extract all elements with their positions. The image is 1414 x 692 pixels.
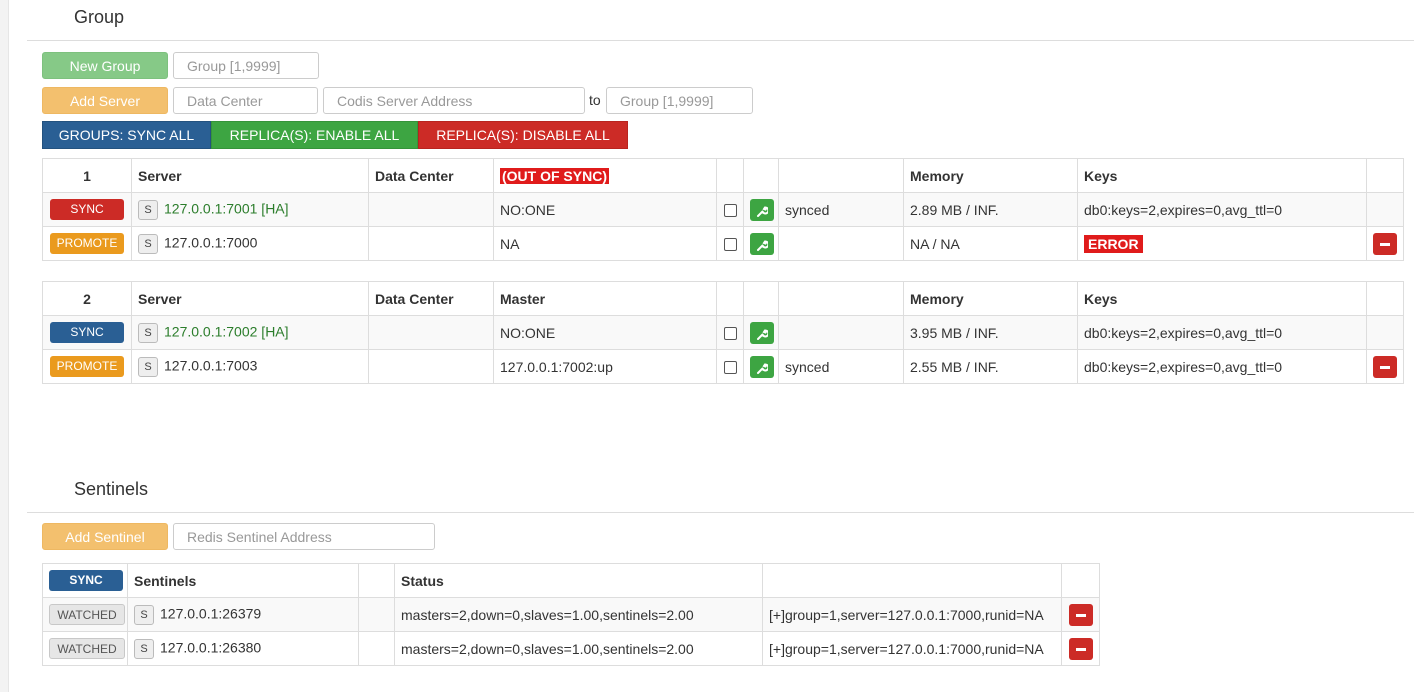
memory-cell: NA / NA <box>903 226 1078 261</box>
server-s-badge[interactable]: S <box>138 356 158 377</box>
header-server: Server <box>131 158 369 193</box>
header-memory: Memory <box>903 281 1078 316</box>
add-sentinel-button[interactable]: Add Sentinel <box>42 523 168 550</box>
table-row: WATCHED S 127.0.0.1:26379 masters=2,down=… <box>42 597 1100 632</box>
server-address: 127.0.0.1:7002 [HA] <box>164 323 289 340</box>
sentinel-status: masters=2,down=0,slaves=1.00,sentinels=2… <box>394 631 763 666</box>
master-cell: NA <box>493 226 717 261</box>
datacenter-cell <box>368 315 494 350</box>
table-row: SYNC S 127.0.0.1:7002 [HA] NO:ONE 3.95 MB… <box>42 315 1404 350</box>
sync-status <box>778 315 904 350</box>
header-datacenter: Data Center <box>368 281 494 316</box>
replica-checkbox[interactable] <box>723 327 737 341</box>
add-server-button[interactable]: Add Server <box>42 87 168 114</box>
header-memory: Memory <box>903 158 1078 193</box>
minus-icon[interactable] <box>1373 232 1397 255</box>
sentinel-address: 127.0.0.1:26380 <box>160 639 262 656</box>
watched-badge[interactable]: WATCHED <box>49 604 125 625</box>
divider <box>27 40 1414 41</box>
group-id-input[interactable] <box>173 52 319 79</box>
sync-status: synced <box>778 192 904 227</box>
datacenter-cell <box>368 349 494 384</box>
sentinel-s-badge[interactable]: S <box>134 638 154 659</box>
keys-cell: db0:keys=2,expires=0,avg_ttl=0 <box>1077 315 1367 350</box>
table-header: 1 Server Data Center (OUT OF SYNC) Memor… <box>42 158 1404 193</box>
sentinel-status: masters=2,down=0,slaves=1.00,sentinels=2… <box>394 597 763 632</box>
server-address: 127.0.0.1:7003 <box>164 357 258 374</box>
table-row: PROMOTE S 127.0.0.1:7000 NA NA / NA ERROR <box>42 226 1404 261</box>
divider <box>27 512 1414 513</box>
server-s-badge[interactable]: S <box>138 199 158 220</box>
header-status: Status <box>394 563 763 598</box>
sentinel-address: 127.0.0.1:26379 <box>160 605 262 622</box>
keys-cell: db0:keys=2,expires=0,avg_ttl=0 <box>1077 349 1367 384</box>
datacenter-cell <box>368 192 494 227</box>
sentinels-section-title: Sentinels <box>74 479 149 499</box>
memory-cell: 2.89 MB / INF. <box>903 192 1078 227</box>
master-cell: 127.0.0.1:7002:up <box>493 349 717 384</box>
sync-status <box>778 226 904 261</box>
header-keys: Keys <box>1077 158 1367 193</box>
memory-cell: 2.55 MB / INF. <box>903 349 1078 384</box>
error-badge: ERROR <box>1084 234 1143 253</box>
codis-server-address-input[interactable] <box>323 87 585 114</box>
out-of-sync-badge: (OUT OF SYNC) <box>500 167 609 184</box>
server-address: 127.0.0.1:7001 [HA] <box>164 200 289 217</box>
group-1-table: 1 Server Data Center (OUT OF SYNC) Memor… <box>42 158 1404 261</box>
replicas-enable-all-button[interactable]: REPLICA(S): ENABLE ALL <box>211 121 418 149</box>
wrench-icon[interactable] <box>750 321 774 344</box>
replica-checkbox[interactable] <box>723 238 737 252</box>
sentinels-table: SYNC Sentinels Status WATCHED S 127.0.0.1… <box>42 563 1100 666</box>
replicas-disable-all-button[interactable]: REPLICA(S): DISABLE ALL <box>418 121 628 149</box>
master-cell: NO:ONE <box>493 192 717 227</box>
sync-button[interactable]: SYNC <box>50 199 124 220</box>
sentinel-note: [+]group=1,server=127.0.0.1:7000,runid=N… <box>762 631 1062 666</box>
group-2-table: 2 Server Data Center Master Memory Keys … <box>42 281 1404 384</box>
server-address: 127.0.0.1:7000 <box>164 234 258 251</box>
promote-button[interactable]: PROMOTE <box>50 356 124 377</box>
table-header: 2 Server Data Center Master Memory Keys <box>42 281 1404 316</box>
to-label: to <box>589 92 601 108</box>
datacenter-input[interactable] <box>173 87 318 114</box>
table-header: SYNC Sentinels Status <box>42 563 1100 598</box>
keys-cell: db0:keys=2,expires=0,avg_ttl=0 <box>1077 192 1367 227</box>
watched-badge[interactable]: WATCHED <box>49 638 125 659</box>
promote-button[interactable]: PROMOTE <box>50 233 124 254</box>
new-group-button[interactable]: New Group <box>42 52 168 79</box>
wrench-icon[interactable] <box>750 232 774 255</box>
header-keys: Keys <box>1077 281 1367 316</box>
table-row: SYNC S 127.0.0.1:7001 [HA] NO:ONE synced … <box>42 192 1404 227</box>
sentinel-s-badge[interactable]: S <box>134 604 154 625</box>
table-row: PROMOTE S 127.0.0.1:7003 127.0.0.1:7002:u… <box>42 349 1404 384</box>
wrench-icon[interactable] <box>750 355 774 378</box>
sentinel-note: [+]group=1,server=127.0.0.1:7000,runid=N… <box>762 597 1062 632</box>
server-s-badge[interactable]: S <box>138 322 158 343</box>
group-section-title: Group <box>74 7 125 27</box>
header-master: Master <box>493 281 717 316</box>
wrench-icon[interactable] <box>750 198 774 221</box>
minus-icon[interactable] <box>1068 637 1093 660</box>
left-rail <box>0 0 9 692</box>
group-id: 1 <box>42 158 132 193</box>
master-cell: NO:ONE <box>493 315 717 350</box>
header-server: Server <box>131 281 369 316</box>
minus-icon[interactable] <box>1373 355 1397 378</box>
header-datacenter: Data Center <box>368 158 494 193</box>
header-sentinels: Sentinels <box>127 563 359 598</box>
table-row: WATCHED S 127.0.0.1:26380 masters=2,down=… <box>42 631 1100 666</box>
memory-cell: 3.95 MB / INF. <box>903 315 1078 350</box>
sync-button[interactable]: SYNC <box>50 322 124 343</box>
groups-sync-all-button[interactable]: GROUPS: SYNC ALL <box>42 121 211 149</box>
replica-checkbox[interactable] <box>723 204 737 218</box>
group-id: 2 <box>42 281 132 316</box>
datacenter-cell <box>368 226 494 261</box>
server-s-badge[interactable]: S <box>138 233 158 254</box>
target-group-input[interactable] <box>606 87 753 114</box>
replica-checkbox[interactable] <box>723 361 737 375</box>
sentinel-address-input[interactable] <box>173 523 435 550</box>
sentinels-sync-button[interactable]: SYNC <box>49 570 123 591</box>
minus-icon[interactable] <box>1068 603 1093 626</box>
sync-status: synced <box>778 349 904 384</box>
